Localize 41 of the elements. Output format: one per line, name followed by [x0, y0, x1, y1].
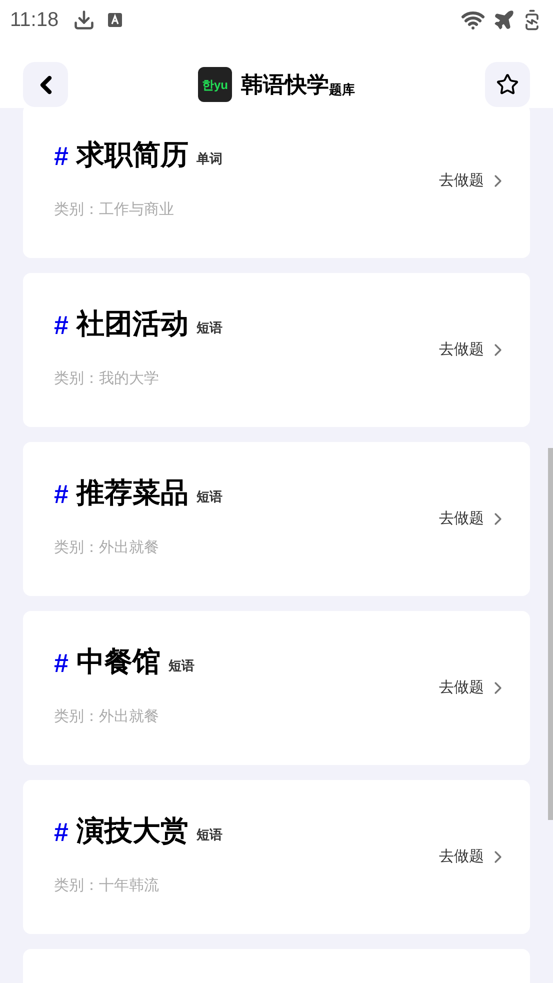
topic-type: 短语 — [196, 319, 222, 338]
topic-category: 类别：我的大学 — [54, 368, 160, 389]
topic-card[interactable]: # 求职简历 单词 类别：工作与商业 去做题 — [23, 108, 530, 258]
topic-category: 类别：外出就餐 — [54, 538, 160, 558]
topic-title: 推荐菜品 — [76, 478, 188, 507]
download-icon — [72, 9, 95, 31]
app-subtitle: 题库 — [329, 80, 355, 99]
topic-category: 类别：外出就餐 — [54, 706, 160, 727]
topic-category: 类别：工作与商业 — [54, 200, 175, 220]
topic-type: 短语 — [196, 488, 222, 506]
topic-type: 单词 — [196, 150, 222, 168]
status-time: 11:18 — [10, 8, 59, 33]
favorite-button[interactable] — [485, 62, 530, 107]
keyboard-icon — [106, 12, 123, 28]
topic-title: 演技大赏 — [76, 816, 188, 845]
topic-type: 短语 — [168, 657, 194, 676]
practice-link[interactable]: 去做题 — [439, 508, 484, 530]
app-title: 韩语快学 — [241, 71, 329, 99]
app-logo: 한yu — [198, 67, 232, 102]
hash-mark: # — [54, 142, 68, 169]
topic-title: 社团活动 — [76, 310, 188, 338]
topic-card[interactable]: # 社团活动 短语 类别：我的大学 去做题 — [23, 273, 530, 427]
star-icon — [496, 73, 519, 96]
topic-category: 类别：十年韩流 — [54, 876, 160, 896]
topic-card[interactable]: # 演技大赏 短语 类别：十年韩流 去做题 — [23, 780, 530, 934]
topic-title: 中餐馆 — [76, 648, 160, 676]
practice-link[interactable]: 去做题 — [439, 676, 484, 700]
practice-link[interactable]: 去做题 — [439, 846, 484, 868]
airplane-icon — [493, 9, 515, 31]
hash-mark: # — [54, 480, 68, 507]
topic-card[interactable]: # 推荐菜品 短语 类别：外出就餐 去做题 — [23, 442, 530, 596]
topic-type: 短语 — [196, 826, 222, 844]
back-button[interactable] — [23, 62, 68, 107]
practice-link[interactable]: 去做题 — [439, 338, 484, 362]
topic-card[interactable]: # 中餐馆 短语 类别：外出就餐 去做题 — [23, 611, 530, 765]
practice-link[interactable]: 去做题 — [439, 170, 484, 192]
hash-mark: # — [54, 312, 68, 338]
hash-mark: # — [54, 650, 68, 676]
scrollbar[interactable] — [548, 448, 553, 820]
topic-title: 求职简历 — [76, 140, 188, 169]
hash-mark: # — [54, 818, 68, 845]
